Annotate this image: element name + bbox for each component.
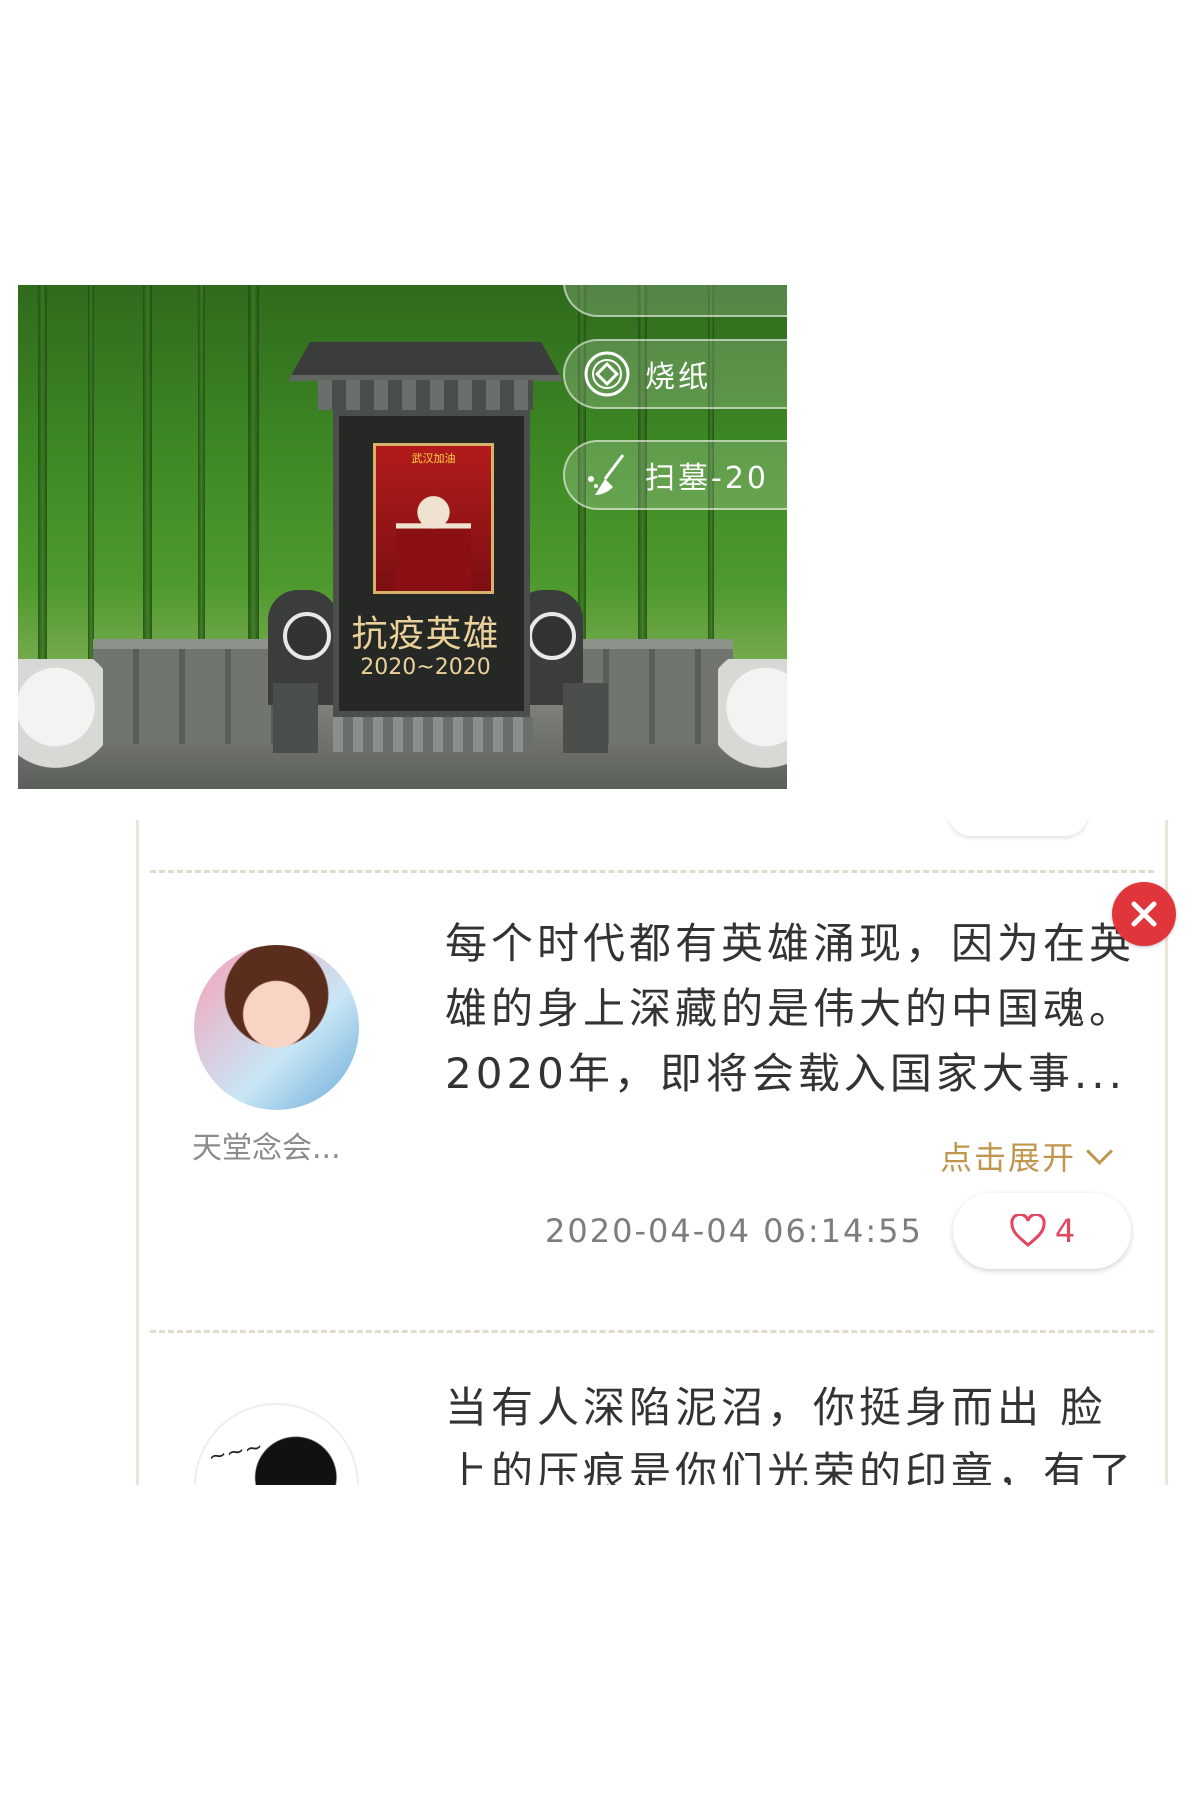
pillar-right [563,683,608,753]
tomb-step [333,717,533,752]
sweep-tomb-button[interactable]: 扫墓-20 [563,440,787,510]
memorial-title: 抗疫英雄 [351,614,500,655]
bamboo [88,285,94,665]
comment-item: 天堂念会... 每个时代都有英雄涌现，因为在英 雄的身上深藏的是伟大的中国魂。 … [150,875,1154,1280]
stone-lion-right [718,659,787,779]
portrait-caption: 武汉加油 [411,452,456,465]
stone-fence-left [93,639,293,744]
rosette-ornament [528,612,576,660]
comment-text-line: 雄的身上深藏的是伟大的中国魂。 [445,984,1136,1033]
comment-divider [150,1330,1154,1333]
memorial-scene: 武汉加油 抗疫英雄 2020~2020 烧纸 扫墓-20 [18,285,787,789]
tomb-roof [288,341,563,381]
tomb-frieze [318,380,533,410]
like-button[interactable]: 4 [953,1193,1131,1269]
burn-paper-label: 烧纸 [645,360,711,395]
bamboo [38,285,47,665]
previous-like-button[interactable] [948,820,1088,836]
memorial-years: 2020~2020 [360,655,491,680]
pillar-left [273,683,318,753]
like-count: 4 [1054,1212,1076,1250]
comment-username[interactable]: 天堂念会... [192,1123,341,1167]
sweep-tomb-label: 扫墓-20 [645,461,769,496]
delete-comment-button[interactable] [1112,882,1176,946]
burn-paper-button[interactable]: 烧纸 [563,339,787,409]
action-button-hidden[interactable] [563,285,787,317]
memorial-portrait: 武汉加油 [373,443,494,594]
avatar[interactable] [194,945,359,1110]
bamboo [248,285,259,665]
comment-text: 每个时代都有英雄涌现，因为在英 雄的身上深藏的是伟大的中国魂。 2020年，即将… [445,911,1145,1106]
comment-timestamp: 2020-04-04 06:14:55 [545,1212,923,1250]
bamboo [143,285,152,665]
comment-divider [150,870,1154,873]
comment-text-line: 当有人深陷泥沼，你挺身而出 脸 [445,1383,1107,1432]
card-border-left [136,820,139,1485]
heart-icon [1010,1214,1046,1247]
close-icon [1131,901,1157,927]
bamboo [198,285,205,665]
expand-link[interactable]: 点击展开 [939,1133,1113,1179]
broom-icon [583,451,631,499]
comment-text: 当有人深陷泥沼，你挺身而出 脸 上的压痕是你们光荣的印章，有了 [445,1375,1145,1485]
avatar-scribble: ~~~ [206,1434,266,1471]
chevron-down-icon [1086,1137,1113,1165]
comment-list[interactable]: 天堂念会... 每个时代都有英雄涌现，因为在英 雄的身上深藏的是伟大的中国魂。 … [136,820,1168,1485]
coin-icon [583,350,631,398]
stone-lion-left [18,659,103,779]
comment-text-line: 2020年，即将会载入国家大事... [445,1049,1126,1098]
comment-text-line: 每个时代都有英雄涌现，因为在英 [445,919,1136,968]
comment-text-line: 上的压痕是你们光荣的印章，有了 [445,1448,1136,1485]
avatar[interactable]: ~~~ [194,1403,359,1485]
portrait-figure [396,486,471,591]
comment-item: ~~~ 当有人深陷泥沼，你挺身而出 脸 上的压痕是你们光荣的印章，有了 [150,1335,1154,1485]
expand-label: 点击展开 [939,1139,1076,1177]
